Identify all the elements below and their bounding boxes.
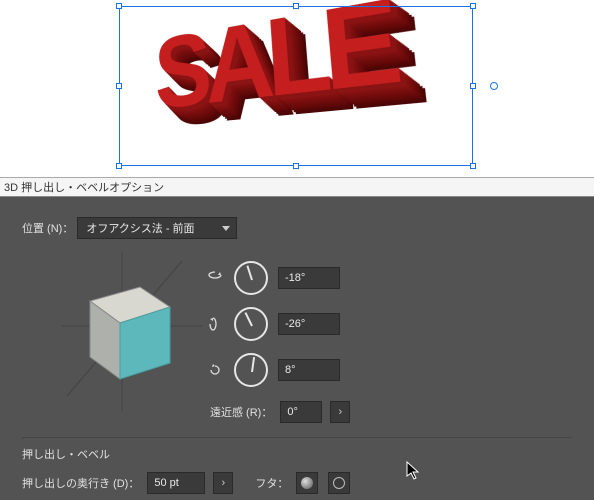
handle-se[interactable] bbox=[470, 163, 476, 169]
extrude-depth-input[interactable]: 50 pt bbox=[147, 472, 205, 494]
extrude-depth-label: 押し出しの奥行き (D)： bbox=[22, 475, 139, 491]
rotate-y-input[interactable]: -26° bbox=[278, 313, 340, 335]
position-value: オフアクシス法 - 前面 bbox=[86, 220, 194, 236]
cap-off-button[interactable] bbox=[328, 472, 350, 494]
panel-title: 3D 押し出し・ベベルオプション bbox=[0, 177, 594, 197]
rotate-x-dial[interactable] bbox=[234, 261, 268, 295]
handle-w[interactable] bbox=[116, 83, 122, 89]
divider bbox=[22, 437, 572, 438]
rotate-z-icon bbox=[206, 362, 224, 378]
perspective-step-button[interactable]: › bbox=[330, 401, 350, 423]
rotate-y-icon bbox=[206, 316, 224, 332]
rotate-x-icon bbox=[206, 270, 224, 286]
rotate-x-input[interactable]: -18° bbox=[278, 267, 340, 289]
extrude-depth-step-button[interactable]: › bbox=[213, 472, 233, 494]
position-label: 位置 (N)： bbox=[22, 220, 73, 236]
position-dropdown[interactable]: オフアクシス法 - 前面 bbox=[77, 217, 237, 239]
extrude-bevel-section-title: 押し出し・ベベル bbox=[22, 446, 572, 462]
cursor-icon bbox=[406, 461, 422, 481]
handle-side-anchor[interactable] bbox=[490, 82, 498, 90]
perspective-input[interactable]: 0° bbox=[280, 401, 322, 423]
canvas-preview: SALE bbox=[0, 0, 594, 177]
selection-bounding-box[interactable] bbox=[119, 6, 473, 166]
rotate-z-input[interactable]: 8° bbox=[278, 359, 340, 381]
perspective-label: 遠近感 (R)： bbox=[210, 404, 272, 420]
rotate-y-dial[interactable] bbox=[234, 307, 268, 341]
handle-s[interactable] bbox=[293, 163, 299, 169]
handle-n[interactable] bbox=[293, 3, 299, 9]
cap-on-button[interactable] bbox=[296, 472, 318, 494]
extrude-bevel-panel: 位置 (N)： オフアクシス法 - 前面 -18° bbox=[0, 197, 594, 500]
cap-label: フタ： bbox=[255, 475, 288, 491]
rotation-cube-preview[interactable] bbox=[22, 251, 206, 411]
handle-e[interactable] bbox=[470, 83, 476, 89]
handle-nw[interactable] bbox=[116, 3, 122, 9]
rotate-z-dial[interactable] bbox=[234, 353, 268, 387]
handle-ne[interactable] bbox=[470, 3, 476, 9]
handle-sw[interactable] bbox=[116, 163, 122, 169]
